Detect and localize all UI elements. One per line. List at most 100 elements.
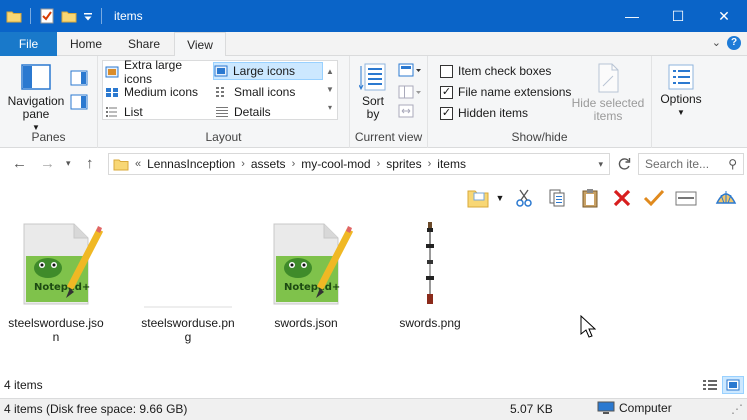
gallery-scroll[interactable]: ▲ ▼ ▾: [325, 63, 335, 117]
layout-large-icons[interactable]: Large icons: [213, 62, 323, 80]
file-name-extensions-checkbox[interactable]: ✓: [440, 85, 453, 99]
back-button[interactable]: ←: [12, 155, 27, 172]
item-check-boxes-label: Item check boxes: [458, 64, 552, 78]
group-by-icon: [398, 63, 421, 77]
item-count: 4 items: [4, 378, 43, 392]
notepad-plus-plus-file-icon: Notepad+: [8, 218, 104, 310]
file-name-extensions-option[interactable]: ✓ File name extensions: [440, 83, 571, 101]
tab-view[interactable]: View: [174, 32, 226, 57]
rename-button[interactable]: [642, 187, 666, 209]
show-hide-group-label: Show/hide: [511, 130, 568, 144]
breadcrumb-lennasinception[interactable]: LennasInception: [147, 157, 235, 171]
search-input[interactable]: Search ite... ⚲: [638, 153, 744, 175]
copy-button[interactable]: [545, 187, 569, 209]
help-icon[interactable]: ?: [727, 36, 741, 50]
size-columns-button[interactable]: [398, 104, 416, 121]
paste-icon: [582, 189, 598, 208]
refresh-button[interactable]: [612, 153, 636, 175]
chevron-down-icon[interactable]: ▼: [494, 187, 506, 209]
computer-icon: [597, 401, 615, 414]
close-button[interactable]: ✕: [701, 0, 747, 32]
item-check-boxes-checkbox[interactable]: [440, 64, 453, 78]
preview-pane-button[interactable]: [70, 70, 88, 89]
options-button[interactable]: Options ▼: [654, 64, 708, 119]
file-item[interactable]: steelsworduse.png: [140, 218, 236, 344]
hide-selected-items-icon: [598, 63, 619, 93]
layout-small-icons[interactable]: Small icons: [215, 83, 323, 101]
divider: [30, 8, 31, 24]
cut-button[interactable]: [512, 187, 536, 209]
shell-icon: [715, 191, 737, 204]
quick-access-toolbar: [0, 0, 104, 32]
recent-locations-button[interactable]: ▾: [66, 158, 71, 169]
extra-large-icons-icon: [105, 66, 119, 78]
breadcrumb-separator-icon[interactable]: ›: [292, 158, 296, 170]
delete-button[interactable]: [610, 187, 634, 209]
item-check-boxes-option[interactable]: Item check boxes: [440, 62, 551, 80]
selection-size: 5.07 KB: [510, 402, 553, 416]
paste-button[interactable]: [578, 187, 602, 209]
breadcrumb-separator-icon[interactable]: ›: [241, 158, 245, 170]
maximize-button[interactable]: ☐: [655, 0, 701, 32]
show-hide-group: Item check boxes ✓ File name extensions …: [428, 56, 652, 148]
address-bar[interactable]: « LennasInception › assets › my-cool-mod…: [108, 153, 610, 175]
properties-icon[interactable]: [39, 8, 55, 24]
folder-open-icon: [467, 190, 489, 208]
layout-list[interactable]: List: [105, 103, 213, 121]
layout-gallery: Extra large icons Large icons Medium ico…: [102, 58, 338, 121]
new-folder-icon[interactable]: [61, 8, 77, 24]
options-icon: [668, 64, 694, 90]
hidden-items-label: Hidden items: [458, 106, 529, 120]
tab-share[interactable]: Share: [117, 32, 171, 56]
add-columns-button[interactable]: [398, 84, 422, 103]
file-item[interactable]: Notepad+ steelsworduse.json: [8, 218, 104, 344]
folder-icon: [113, 156, 129, 172]
layout-medium-icons[interactable]: Medium icons: [105, 83, 213, 101]
layout-extra-large-icons[interactable]: Extra large icons: [105, 58, 213, 86]
hidden-items-option[interactable]: ✓ Hidden items: [440, 104, 528, 122]
resize-grip-icon[interactable]: ⋰: [731, 402, 743, 416]
file-name: steelsworduse.json: [8, 316, 104, 344]
notepad-plus-plus-file-icon: Notepad+: [258, 218, 354, 310]
tab-home[interactable]: Home: [59, 32, 113, 56]
tab-file[interactable]: File: [0, 32, 57, 56]
forward-button[interactable]: →: [40, 155, 55, 172]
group-by-button[interactable]: [398, 62, 422, 81]
list-label: List: [124, 105, 143, 119]
breadcrumb-separator-icon[interactable]: ›: [377, 158, 381, 170]
up-button[interactable]: ↑: [86, 155, 94, 172]
sort-by-button[interactable]: Sort by: [356, 62, 390, 121]
large-icons-icon: [214, 65, 228, 77]
breadcrumb-separator-icon[interactable]: ›: [428, 158, 432, 170]
details-view-button[interactable]: [701, 377, 719, 393]
breadcrumb-assets[interactable]: assets: [251, 157, 286, 171]
expand-ribbon-icon[interactable]: ⌄: [712, 36, 721, 49]
folder-icon[interactable]: [6, 8, 22, 24]
shell-button[interactable]: [714, 187, 738, 209]
properties-button[interactable]: [674, 187, 698, 209]
address-dropdown-icon[interactable]: ▾: [598, 159, 603, 170]
hide-selected-items-button[interactable]: Hide selected items: [570, 62, 646, 123]
hidden-items-checkbox[interactable]: ✓: [440, 106, 453, 120]
copy-icon: [549, 189, 565, 207]
chevron-down-icon: ▼: [677, 108, 685, 117]
title-bar: items — ☐ ✕: [0, 0, 747, 32]
ribbon: Navigation pane ▼ Panes Layout Extra lar…: [0, 56, 747, 148]
minimize-button[interactable]: —: [609, 0, 655, 32]
open-folder-button[interactable]: [466, 187, 490, 209]
details-pane-button[interactable]: [70, 94, 88, 113]
layout-details[interactable]: Details: [215, 103, 323, 121]
large-icons-view-button[interactable]: [722, 376, 744, 394]
breadcrumb-my-cool-mod[interactable]: my-cool-mod: [301, 157, 370, 171]
breadcrumb-items[interactable]: items: [437, 157, 466, 171]
navigation-pane-button[interactable]: Navigation pane ▼: [4, 64, 68, 134]
breadcrumb-sprites[interactable]: sprites: [386, 157, 421, 171]
layout-group-label: Layout: [205, 130, 242, 144]
file-item[interactable]: swords.png: [382, 218, 478, 330]
file-item[interactable]: Notepad+ swords.json: [258, 218, 354, 330]
large-icons-view-icon: [726, 379, 740, 391]
customize-quick-access-icon[interactable]: [83, 8, 93, 24]
window-controls: — ☐ ✕: [609, 0, 747, 32]
large-icons-label: Large icons: [233, 64, 296, 78]
breadcrumb-overflow-icon[interactable]: «: [135, 158, 141, 170]
